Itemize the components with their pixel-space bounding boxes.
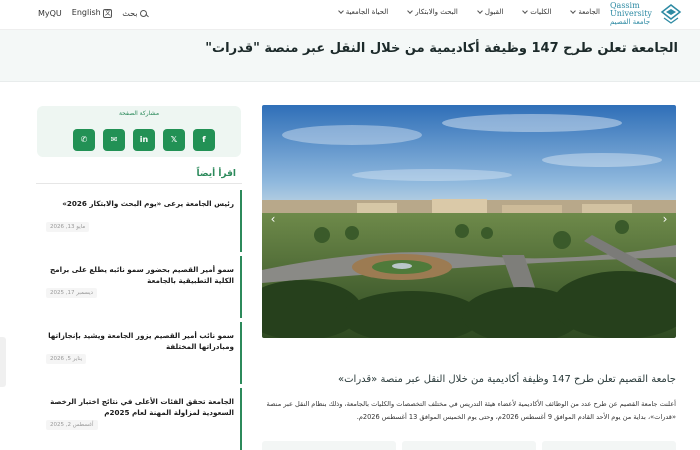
share-buttons: ✆ ✉ in 𝕏 f <box>73 129 215 151</box>
logo-text: Qassim University جامعة القصيم <box>610 1 657 27</box>
related-card[interactable] <box>542 441 676 450</box>
menu-item-label: الكليات <box>530 8 552 16</box>
logo-mark-icon <box>660 3 682 25</box>
chevron-down-icon <box>477 8 483 14</box>
news-item[interactable]: رئيس الجامعة يرعى «يوم البحث والابتكار 2… <box>36 190 242 252</box>
menu-item-colleges[interactable]: الكليات <box>522 8 552 16</box>
title-banner: الجامعة تعلن طرح 147 وظيفة أكاديمية من خ… <box>0 30 700 82</box>
language-icon: 文 <box>103 9 113 18</box>
chevron-down-icon <box>570 8 577 14</box>
menu-item-university[interactable]: الجامعة <box>570 8 600 16</box>
language-switch[interactable]: English 文 <box>71 8 113 18</box>
menu-item-admission[interactable]: القبول <box>477 8 504 16</box>
carousel-prev-icon[interactable]: ‹ <box>267 213 279 225</box>
whatsapp-share-button[interactable]: ✆ <box>73 129 95 151</box>
email-icon: ✉ <box>110 135 118 144</box>
menu-item-label: القبول <box>484 8 504 16</box>
related-card[interactable] <box>402 441 536 450</box>
carousel-next-icon[interactable]: › <box>659 213 671 225</box>
main-menu: الجامعة الكليات القبول البحث والابتكار ا… <box>337 8 600 16</box>
news-item-date: أغسطس 2, 2025 <box>46 420 98 430</box>
top-navigation: MyQU English 文 بحث الجامعة الكليات القبو… <box>0 0 700 30</box>
linkedin-icon: in <box>139 135 149 144</box>
news-item-date: مايو 13, 2026 <box>46 222 90 232</box>
chevron-down-icon <box>522 8 529 14</box>
search-label: بحث <box>122 8 138 18</box>
email-share-button[interactable]: ✉ <box>103 129 125 151</box>
x-share-button[interactable]: 𝕏 <box>163 129 185 151</box>
news-item-title[interactable]: سمو أمير القصيم بحضور سمو نائبه يطلع على… <box>38 264 234 286</box>
university-logo[interactable]: Qassim University جامعة القصيم <box>610 0 682 28</box>
news-item-date: يناير 5, 2026 <box>46 354 87 364</box>
page-title: الجامعة تعلن طرح 147 وظيفة أكاديمية من خ… <box>205 41 678 56</box>
news-item[interactable]: سمو أمير القصيم بحضور سمو نائبه يطلع على… <box>36 256 242 318</box>
article-body: أعلنت جامعة القصيم عن طرح عدد من الوظائف… <box>266 400 677 421</box>
read-also-list: رئيس الجامعة يرعى «يوم البحث والابتكار 2… <box>36 190 242 450</box>
news-item-title[interactable]: الجامعة تحقق الفئات الأعلى في نتائج اختب… <box>38 396 234 418</box>
language-label: English <box>71 8 101 17</box>
logo-text-ar: جامعة القصيم <box>610 18 651 26</box>
share-label: مشاركة الصفحة <box>118 110 160 117</box>
facebook-share-button[interactable]: f <box>193 129 215 151</box>
menu-item-label: البحث والابتكار <box>415 8 458 16</box>
news-item-title[interactable]: سمو نائب أمير القصيم يزور الجامعة ويشيد … <box>38 330 234 352</box>
menu-item-label: الجامعة <box>578 8 600 16</box>
read-also-heading: اقرأ أيضاً <box>196 169 236 179</box>
whatsapp-icon: ✆ <box>80 135 88 144</box>
menu-item-campus-life[interactable]: الحياة الجامعية <box>337 8 389 16</box>
news-item[interactable]: الجامعة تحقق الفئات الأعلى في نتائج اختب… <box>36 388 242 450</box>
x-icon: 𝕏 <box>170 135 178 144</box>
facebook-icon: f <box>202 135 206 144</box>
chevron-down-icon <box>337 8 344 14</box>
linkedin-share-button[interactable]: in <box>133 129 155 151</box>
news-item[interactable]: سمو نائب أمير القصيم يزور الجامعة ويشيد … <box>36 322 242 384</box>
logo-text-en: Qassim University <box>610 1 652 18</box>
utility-links: MyQU English 文 بحث <box>38 8 148 18</box>
menu-item-research[interactable]: البحث والابتكار <box>407 8 458 16</box>
divider <box>36 183 242 184</box>
related-card[interactable] <box>262 441 396 450</box>
search-button[interactable]: بحث <box>122 8 148 18</box>
news-item-title[interactable]: رئيس الجامعة يرعى «يوم البحث والابتكار 2… <box>38 198 234 209</box>
share-box: مشاركة الصفحة ✆ ✉ in 𝕏 f <box>37 106 241 157</box>
hero-image: ‹ › <box>262 105 676 338</box>
side-scroll-tab[interactable] <box>0 337 6 387</box>
myqu-link[interactable]: MyQU <box>38 9 62 18</box>
related-cards <box>262 441 676 450</box>
chevron-down-icon <box>407 8 414 14</box>
news-item-date: ديسمبر 17, 2025 <box>46 288 98 298</box>
menu-item-label: الحياة الجامعية <box>345 8 389 16</box>
article-subtitle: جامعة القصيم تعلن طرح 147 وظيفة أكاديمية… <box>338 374 676 385</box>
search-icon <box>140 9 148 17</box>
